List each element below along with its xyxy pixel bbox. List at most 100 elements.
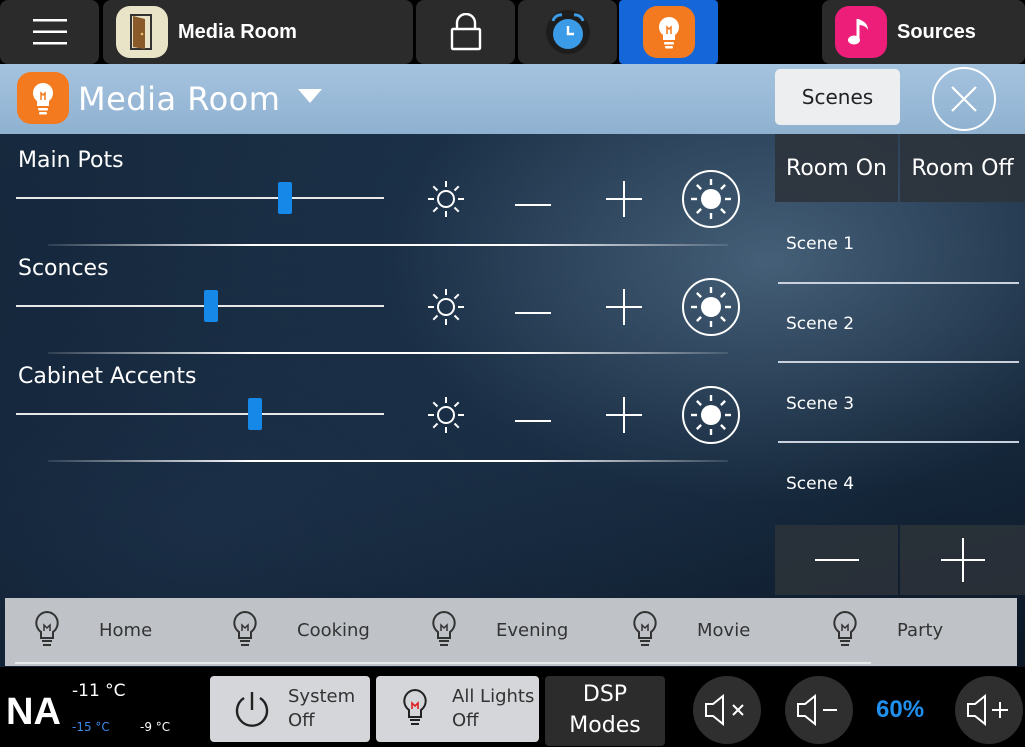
scene-item-4[interactable]: Scene 4 [778,444,1019,524]
lightbulb-icon [430,610,476,650]
room-off-button[interactable]: Room Off [900,134,1025,202]
sun-outline-icon [425,178,467,224]
scene-label: Scene 3 [786,394,855,414]
scene-divider [778,441,1019,443]
lock-icon [450,13,481,51]
dimmer-slider-track[interactable] [16,197,384,199]
scene-item-3[interactable]: Scene 3 [778,364,1019,444]
load-name: Main Pots [18,148,124,173]
full-on-button[interactable] [681,386,741,447]
room-title-dropdown[interactable]: Media Room [78,80,323,118]
dim-sun-button[interactable] [416,279,476,339]
chevron-down-icon [298,89,323,103]
dimmer-slider-track[interactable] [16,305,384,307]
sources-button[interactable]: Sources [822,0,1025,64]
mute-button[interactable] [693,676,761,744]
speaker-minus-icon [797,694,837,726]
full-on-button[interactable] [681,277,741,341]
preset-movie[interactable]: Movie [631,598,750,662]
dimmer-slider-track[interactable] [16,413,384,415]
room-lightbulb-icon [17,72,69,124]
load-name: Sconces [18,256,109,281]
preset-bar-divider [15,662,871,664]
load-row: Sconces [0,246,770,354]
scenes-button[interactable]: Scenes [775,69,900,125]
system-off-line2: Off [288,710,315,731]
dsp-modes-button[interactable]: DSP Modes [545,676,665,746]
minus-icon [814,559,859,561]
minus-icon [515,192,551,211]
load-row: Main Pots [0,138,770,246]
room-title: Media Room [78,80,281,118]
all-lights-off-line2: Off [452,710,479,731]
speaker-plus-icon [967,694,1008,726]
door-icon [116,6,168,58]
scene-minus-button[interactable] [775,525,898,595]
preset-party[interactable]: Party [831,598,943,662]
top-bar: Media Room Sources [0,0,1025,64]
system-off-button[interactable]: System Off [210,676,370,742]
lighting-button[interactable] [619,0,718,64]
dim-down-button[interactable] [503,279,563,339]
lightbulb-icon [631,610,677,650]
volume-level: 60% [876,696,925,723]
all-lights-off-button[interactable]: All Lights Off [376,676,539,742]
full-on-button[interactable] [681,170,741,231]
volume-up-button[interactable] [955,676,1023,744]
location-code: NA [6,691,61,733]
close-button[interactable] [932,67,996,131]
dsp-modes-line2: Modes [569,713,641,738]
power-icon [235,692,269,727]
current-temperature: -11 °C [72,681,126,701]
lighting-presets-bar: Home Cooking Evening Movie Party [5,598,1017,666]
preset-evening[interactable]: Evening [430,598,568,662]
plus-icon [940,538,985,582]
clock-button[interactable] [518,0,617,64]
scenes-button-label: Scenes [801,85,874,109]
dim-sun-button[interactable] [416,387,476,447]
lightbulb-off-icon [403,688,427,725]
room-selector-button[interactable]: Media Room [103,0,413,64]
volume-down-button[interactable] [785,676,853,744]
scene-divider [778,361,1019,363]
room-off-label: Room Off [911,155,1014,181]
room-selector-label: Media Room [178,20,297,43]
dim-down-button[interactable] [503,171,563,231]
dimmer-slider-handle[interactable] [277,182,292,214]
lightbulb-icon [831,610,877,650]
scene-plus-button[interactable] [900,525,1025,595]
dim-down-button[interactable] [503,387,563,447]
dim-up-button[interactable] [594,171,654,231]
load-row: Cabinet Accents [0,354,770,462]
lock-button[interactable] [416,0,515,64]
music-note-icon [835,6,887,58]
preset-label: Evening [496,619,569,641]
preset-home[interactable]: Home [33,598,152,662]
lightbulb-icon [642,6,695,58]
dim-up-button[interactable] [594,279,654,339]
dim-sun-button[interactable] [416,171,476,231]
dimmer-slider-handle[interactable] [204,290,219,322]
menu-icon [32,19,67,45]
high-temperature: -9 °C [140,720,171,734]
room-header: Media Room Scenes [0,64,1025,134]
sun-outline-icon [425,286,467,332]
scene-label: Scene 2 [786,314,855,334]
menu-button[interactable] [0,0,99,64]
lightbulb-icon [231,610,277,650]
sun-filled-icon [681,277,741,341]
scene-item-2[interactable]: Scene 2 [778,284,1019,364]
preset-label: Party [897,619,944,641]
minus-icon [515,300,551,319]
room-on-button[interactable]: Room On [775,134,898,202]
scene-item-1[interactable]: Scene 1 [778,204,1019,284]
dimmer-slider-handle[interactable] [248,398,263,430]
preset-label: Movie [697,619,751,641]
room-on-label: Room On [786,155,887,181]
minus-icon [515,408,551,427]
preset-cooking[interactable]: Cooking [231,598,370,662]
lightbulb-icon [33,610,79,650]
dim-up-button[interactable] [594,387,654,447]
load-name: Cabinet Accents [18,364,197,389]
sources-label: Sources [897,20,976,43]
